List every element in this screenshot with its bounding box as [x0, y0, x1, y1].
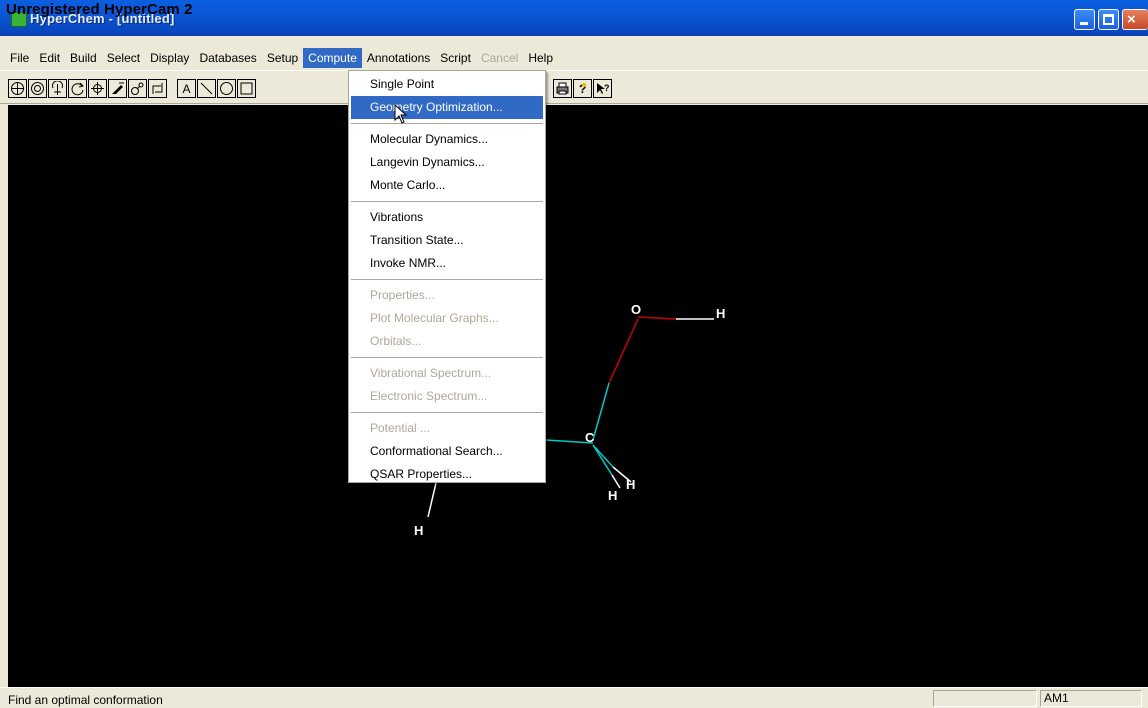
menu-item-molecular-dynamics[interactable]: Molecular Dynamics...: [349, 128, 545, 151]
menu-separator: [351, 412, 543, 413]
menu-item-conformational-search[interactable]: Conformational Search...: [349, 440, 545, 463]
menu-cancel: Cancel: [480, 51, 519, 65]
menu-edit[interactable]: Edit: [34, 48, 65, 68]
atom-hydrogen-2[interactable]: H: [626, 477, 635, 492]
minimize-button[interactable]: [1074, 9, 1095, 30]
bond-c-o-lower: [592, 382, 610, 441]
mouse-cursor-icon: [394, 104, 408, 124]
menu-item-vibrations[interactable]: Vibrations: [349, 206, 545, 229]
line-annotation-icon[interactable]: [197, 79, 216, 98]
rotate-in-plane-icon[interactable]: [68, 79, 87, 98]
menu-annotations[interactable]: Annotations: [362, 48, 435, 68]
menu-select[interactable]: Select: [102, 48, 145, 68]
menu-item-plot-molecular-graphs: Plot Molecular Graphs...: [370, 311, 499, 325]
bond-c-h-b: [592, 444, 614, 468]
context-help-icon[interactable]: ?: [593, 79, 612, 98]
bond-c-h-a-tail: [611, 474, 621, 489]
menu-help[interactable]: Help: [523, 48, 558, 68]
menu-script[interactable]: Script: [435, 48, 476, 68]
menu-item-vibrational-spectrum: Vibrational Spectrum...: [370, 366, 492, 380]
status-method: AM1: [1040, 690, 1142, 707]
menu-display[interactable]: Display: [145, 48, 194, 68]
bond-c-o-upper: [608, 318, 639, 384]
menu-compute[interactable]: Compute: [303, 48, 362, 68]
print-icon[interactable]: [553, 79, 572, 98]
title-bar[interactable]: HyperChem - [untitled] Unregistered Hype…: [0, 0, 1148, 36]
menu-build[interactable]: Build: [65, 48, 102, 68]
menu-item-invoke-nmr[interactable]: Invoke NMR...: [349, 252, 545, 275]
atom-hydrogen-3[interactable]: H: [608, 488, 617, 503]
status-bar: Find an optimal conformation AM1: [0, 687, 1148, 708]
menu-item-qsar-properties[interactable]: QSAR Properties...: [349, 463, 545, 486]
atom-oxygen[interactable]: O: [631, 302, 641, 317]
atom-hydrogen-4[interactable]: H: [414, 523, 423, 538]
atom-carbon[interactable]: C: [585, 430, 594, 445]
menu-separator: [351, 201, 543, 202]
menu-separator: [351, 279, 543, 280]
maximize-icon: [1103, 14, 1114, 25]
menu-separator: [351, 357, 543, 358]
select-tool-icon[interactable]: [28, 79, 47, 98]
z-translate-icon[interactable]: [108, 79, 127, 98]
menu-item-langevin-dynamics[interactable]: Langevin Dynamics...: [349, 151, 545, 174]
compute-menu-dropdown: Single Point Geometry Optimization... Mo…: [348, 70, 546, 483]
bond-c-h-a: [592, 444, 613, 476]
maximize-button[interactable]: [1098, 9, 1119, 30]
menu-bar: File Edit Build Select Display Databases…: [0, 47, 1148, 69]
menu-item-monte-carlo[interactable]: Monte Carlo...: [349, 174, 545, 197]
status-pane-empty: [933, 690, 1037, 707]
rectangle-annotation-icon[interactable]: [237, 79, 256, 98]
status-message: Find an optimal conformation: [8, 693, 163, 707]
z-clip-icon[interactable]: [148, 79, 167, 98]
rotate-out-of-plane-icon[interactable]: [48, 79, 67, 98]
atom-hydrogen-1[interactable]: H: [716, 306, 725, 321]
toolbar: A ? ?: [0, 70, 1148, 104]
hypercam-watermark: Unregistered HyperCam 2: [6, 1, 193, 18]
ellipse-annotation-icon[interactable]: [217, 79, 236, 98]
text-annotation-icon[interactable]: A: [177, 79, 196, 98]
menu-item-single-point[interactable]: Single Point: [349, 73, 545, 96]
menu-separator: [351, 123, 543, 124]
menu-item-properties: Properties...: [370, 288, 435, 302]
menu-item-potential: Potential ...: [370, 421, 431, 435]
translate-icon[interactable]: [88, 79, 107, 98]
menu-file[interactable]: File: [5, 48, 34, 68]
menu-setup[interactable]: Setup: [262, 48, 303, 68]
help-icon[interactable]: ?: [573, 79, 592, 98]
menu-item-transition-state[interactable]: Transition State...: [349, 229, 545, 252]
menu-item-geometry-optimization[interactable]: Geometry Optimization...: [351, 96, 543, 119]
bond-o-h: [637, 316, 677, 320]
minimize-icon: [1080, 22, 1088, 25]
menu-databases[interactable]: Databases: [194, 48, 261, 68]
menu-item-electronic-spectrum: Electronic Spectrum...: [370, 389, 488, 403]
close-button[interactable]: ×: [1122, 9, 1148, 30]
zoom-icon[interactable]: [128, 79, 147, 98]
menu-item-orbitals: Orbitals...: [370, 334, 422, 348]
molecule-drawing: [427, 316, 714, 518]
close-icon: ×: [1127, 11, 1136, 28]
draw-tool-icon[interactable]: [8, 79, 27, 98]
svg-text:?: ?: [604, 83, 610, 93]
molecule-workspace[interactable]: O H C H H H: [8, 105, 1148, 687]
bond-h-lower: [427, 482, 437, 518]
